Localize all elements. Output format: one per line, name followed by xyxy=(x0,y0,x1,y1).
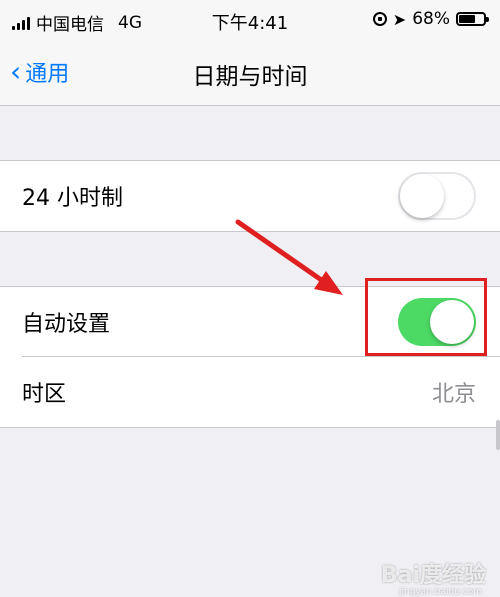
annotation-arrow-head xyxy=(314,271,343,295)
annotation-highlight-box xyxy=(365,278,487,356)
scrollbar[interactable] xyxy=(496,420,500,450)
watermark-logo: Bai度经验 xyxy=(380,563,486,588)
watermark-url: jingyan.baidu.com xyxy=(398,587,482,597)
annotation-arrow-shaft xyxy=(235,219,333,289)
